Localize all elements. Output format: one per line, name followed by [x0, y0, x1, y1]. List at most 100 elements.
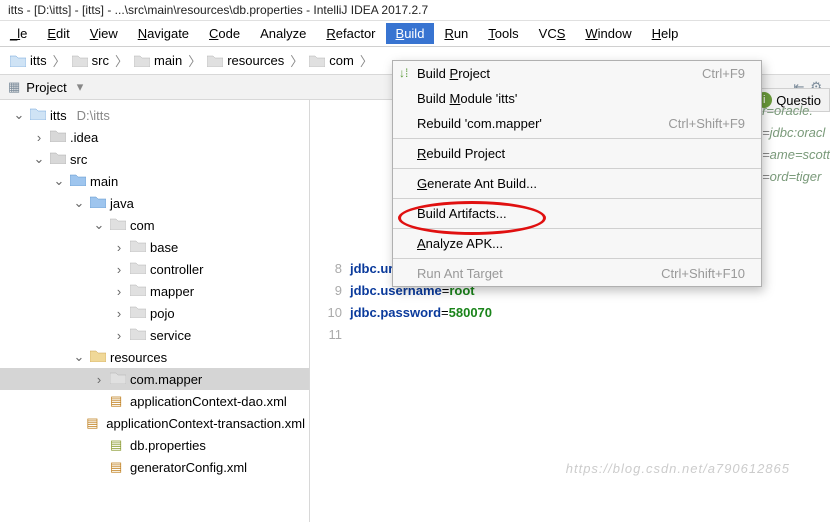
- line-number: 11: [310, 324, 342, 346]
- tree-node-com[interactable]: ⌄com: [0, 214, 309, 236]
- tree-node-src[interactable]: ⌄src: [0, 148, 309, 170]
- crumb-src[interactable]: src: [68, 52, 113, 69]
- tree-node-com-mapper[interactable]: ›com.mapper: [0, 368, 309, 390]
- editor-peek: r=oracle.=jdbc:oracl=ame=scott=ord=tiger: [762, 100, 830, 188]
- crumb-com[interactable]: com: [305, 52, 358, 69]
- build-icon: ↓⁞: [399, 66, 408, 80]
- folder-icon: [130, 283, 146, 299]
- tree-node-applicationContext-dao-xml[interactable]: ▤applicationContext-dao.xml: [0, 390, 309, 412]
- chevron-right-icon[interactable]: ›: [112, 306, 126, 321]
- menu-item-build-module--itts-[interactable]: Build Module 'itts': [393, 86, 761, 111]
- menu-separator: [393, 228, 761, 229]
- editor-line: =ord=tiger: [762, 166, 830, 188]
- menu-separator: [393, 168, 761, 169]
- chevron-right-icon: 〉: [53, 51, 66, 70]
- menu-item-generate-ant-build---[interactable]: Generate Ant Build...: [393, 171, 761, 196]
- crumb-itts[interactable]: itts: [6, 52, 51, 69]
- chevron-right-icon[interactable]: ›: [92, 372, 106, 387]
- tree-node-main[interactable]: ⌄main: [0, 170, 309, 192]
- chevron-right-icon: 〉: [290, 51, 303, 70]
- tree-node-applicationContext-transaction-xml[interactable]: ▤applicationContext-transaction.xml: [0, 412, 309, 434]
- chevron-right-icon[interactable]: ›: [112, 328, 126, 343]
- menu-window[interactable]: Window: [575, 23, 641, 44]
- line-number: 8: [310, 258, 342, 280]
- tree-node-mapper[interactable]: ›mapper: [0, 280, 309, 302]
- chevron-right-icon[interactable]: ›: [112, 262, 126, 277]
- tree-node-resources[interactable]: ⌄resources: [0, 346, 309, 368]
- tree-node-db-properties[interactable]: ▤db.properties: [0, 434, 309, 456]
- project-icon: ▦: [8, 79, 20, 95]
- folder-icon: [50, 129, 66, 145]
- menu-edit[interactable]: Edit: [37, 23, 79, 44]
- chevron-right-icon: 〉: [115, 51, 128, 70]
- menu-build[interactable]: Build: [386, 23, 435, 44]
- folder-icon: ▤: [110, 437, 126, 453]
- dropdown-arrow-icon[interactable]: ▾: [77, 79, 84, 95]
- folder-icon: [130, 239, 146, 255]
- crumb-main[interactable]: main: [130, 52, 186, 69]
- tree-node-base[interactable]: ›base: [0, 236, 309, 258]
- menu-separator: [393, 258, 761, 259]
- editor-gutter: 891011: [310, 100, 350, 522]
- menu-ru[interactable]: Run: [434, 23, 478, 44]
- shortcut-label: Ctrl+Shift+F10: [661, 266, 745, 281]
- menu-view[interactable]: View: [80, 23, 128, 44]
- menu-help[interactable]: Help: [642, 23, 689, 44]
- folder-icon: [110, 371, 126, 387]
- chevron-right-icon: 〉: [360, 51, 373, 70]
- shortcut-label: Ctrl+F9: [702, 66, 745, 81]
- build-menu-dropdown: ↓⁞Build ProjectCtrl+F9Build Module 'itts…: [392, 60, 762, 287]
- tree-node-pojo[interactable]: ›pojo: [0, 302, 309, 324]
- menu-code[interactable]: Code: [199, 23, 250, 44]
- menu-item-analyze-apk---[interactable]: Analyze APK...: [393, 231, 761, 256]
- folder-icon: [130, 305, 146, 321]
- chevron-right-icon: 〉: [188, 51, 201, 70]
- folder-icon: [90, 349, 106, 365]
- menu-item-build-artifacts---[interactable]: Build Artifacts...: [393, 201, 761, 226]
- project-tree[interactable]: ⌄ittsD:\itts›.idea⌄src⌄main⌄java⌄com›bas…: [0, 100, 310, 522]
- line-number: 10: [310, 302, 342, 324]
- menu-le[interactable]: _le: [0, 23, 37, 44]
- chevron-down-icon[interactable]: ⌄: [52, 173, 66, 189]
- menu-analyze[interactable]: Analyze: [250, 23, 316, 44]
- editor-line: =jdbc:oracl: [762, 122, 830, 144]
- tree-node-controller[interactable]: ›controller: [0, 258, 309, 280]
- folder-icon: ▤: [86, 415, 102, 431]
- chevron-down-icon[interactable]: ⌄: [32, 151, 46, 167]
- tree-node-service[interactable]: ›service: [0, 324, 309, 346]
- chevron-right-icon[interactable]: ›: [112, 284, 126, 299]
- line-number: 9: [310, 280, 342, 302]
- chevron-down-icon[interactable]: ⌄: [72, 195, 86, 211]
- menu-navigate[interactable]: Navigate: [128, 23, 199, 44]
- menu-item-rebuild--com-mapper-[interactable]: Rebuild 'com.mapper'Ctrl+Shift+F9: [393, 111, 761, 136]
- tree-node--idea[interactable]: ›.idea: [0, 126, 309, 148]
- menu-separator: [393, 138, 761, 139]
- menu-refactor[interactable]: Refactor: [316, 23, 385, 44]
- tree-node-java[interactable]: ⌄java: [0, 192, 309, 214]
- menu-bar: _leEditViewNavigateCodeAnalyzeRefactorBu…: [0, 21, 830, 47]
- folder-icon: [110, 217, 126, 233]
- menu-item-build-project[interactable]: ↓⁞Build ProjectCtrl+F9: [393, 61, 761, 86]
- editor-line[interactable]: jdbc.password=580070: [350, 302, 492, 324]
- tree-node-itts[interactable]: ⌄ittsD:\itts: [0, 104, 309, 126]
- menu-item-run-ant-target: Run Ant TargetCtrl+Shift+F10: [393, 261, 761, 286]
- editor-line: r=oracle.: [762, 100, 830, 122]
- menu-item-rebuild-project[interactable]: Rebuild Project: [393, 141, 761, 166]
- menu-tools[interactable]: Tools: [478, 23, 528, 44]
- chevron-right-icon[interactable]: ›: [32, 130, 46, 145]
- editor-line[interactable]: [350, 324, 492, 346]
- chevron-down-icon[interactable]: ⌄: [12, 107, 26, 123]
- crumb-resources[interactable]: resources: [203, 52, 288, 69]
- folder-icon: [30, 107, 46, 123]
- chevron-down-icon[interactable]: ⌄: [92, 217, 106, 233]
- tree-node-generatorConfig-xml[interactable]: ▤generatorConfig.xml: [0, 456, 309, 478]
- folder-icon: [90, 195, 106, 211]
- chevron-down-icon[interactable]: ⌄: [72, 349, 86, 365]
- folder-icon: [130, 261, 146, 277]
- chevron-right-icon[interactable]: ›: [112, 240, 126, 255]
- folder-icon: [70, 173, 86, 189]
- shortcut-label: Ctrl+Shift+F9: [668, 116, 745, 131]
- menu-vc[interactable]: VCS: [529, 23, 576, 44]
- editor-line: =ame=scott: [762, 144, 830, 166]
- folder-icon: ▤: [110, 459, 126, 475]
